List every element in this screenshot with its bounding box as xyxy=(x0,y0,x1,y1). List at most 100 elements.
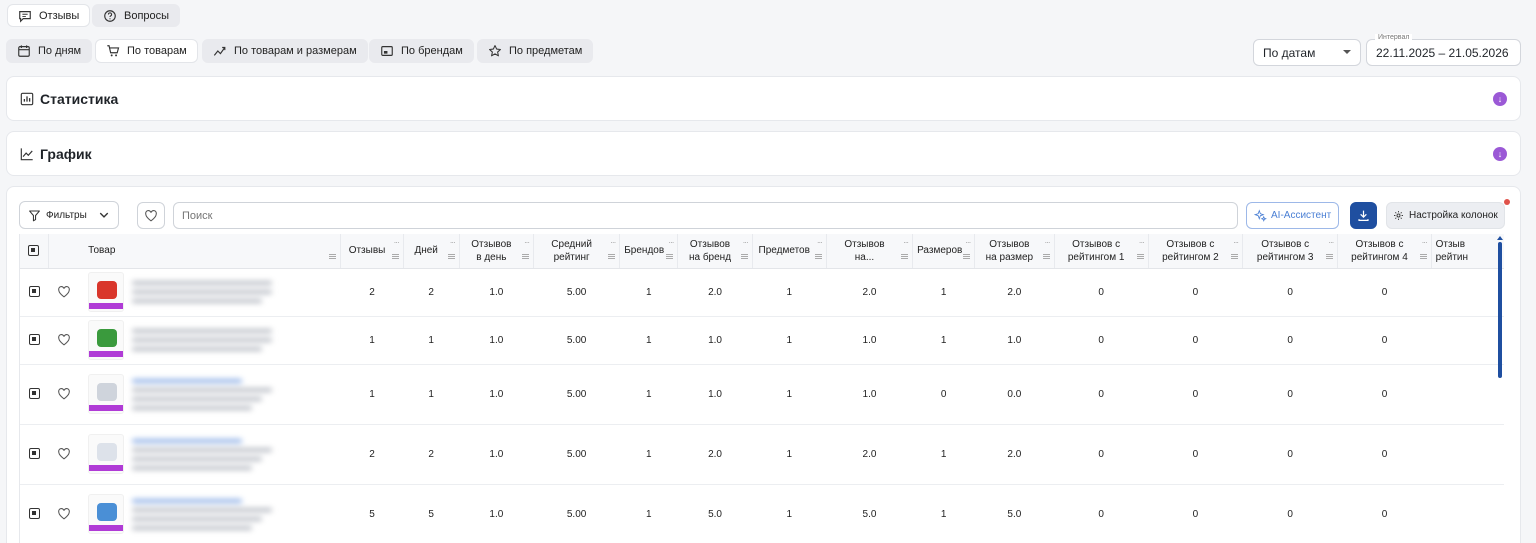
more-icon[interactable]: ··· xyxy=(394,236,400,249)
row-checkbox[interactable] xyxy=(28,334,40,346)
column-settings-button[interactable]: Настройка колонок xyxy=(1386,202,1505,229)
header-rating-5[interactable]: Отзыв рейтин xyxy=(1431,234,1504,269)
more-icon[interactable]: ··· xyxy=(1045,236,1051,249)
header-avg-rating[interactable]: Средний рейтинг ··· xyxy=(533,234,621,269)
more-icon[interactable]: ··· xyxy=(450,236,456,249)
more-icon[interactable]: ··· xyxy=(668,236,674,249)
download-button[interactable] xyxy=(1350,202,1377,229)
row-select-cell[interactable] xyxy=(20,484,49,543)
more-icon[interactable]: ··· xyxy=(965,236,971,249)
chart-panel[interactable]: График ↓ xyxy=(6,131,1521,176)
header-rating-4[interactable]: Отзывов с рейтингом 4 ··· xyxy=(1337,234,1432,269)
group-by-products[interactable]: По товарам xyxy=(95,39,198,63)
column-menu-icon[interactable] xyxy=(1326,253,1334,259)
row-select-cell[interactable] xyxy=(20,268,49,317)
table-row[interactable]: 2 2 1.0 5.00 1 2.0 1 2.0 1 2.0 0 0 0 0 xyxy=(20,424,1504,485)
tab-questions[interactable]: Вопросы xyxy=(92,4,181,27)
expand-chart-icon[interactable]: ↓ xyxy=(1493,146,1507,161)
statistics-panel[interactable]: Статистика ↓ xyxy=(6,76,1521,121)
row-favorite-cell[interactable] xyxy=(48,316,81,365)
product-cell[interactable] xyxy=(80,268,341,317)
column-menu-icon[interactable] xyxy=(1042,253,1050,259)
date-mode-select[interactable]: По датам xyxy=(1253,39,1361,66)
column-menu-icon[interactable] xyxy=(1419,253,1427,259)
more-icon[interactable]: ··· xyxy=(1139,236,1145,249)
more-icon[interactable]: ··· xyxy=(743,236,749,249)
row-checkbox[interactable] xyxy=(28,388,40,400)
search-input[interactable] xyxy=(173,202,1238,229)
header-rating-2[interactable]: Отзывов с рейтингом 2 ··· xyxy=(1148,234,1244,269)
row-checkbox[interactable] xyxy=(28,448,40,460)
more-icon[interactable]: ··· xyxy=(524,236,530,249)
column-menu-icon[interactable] xyxy=(521,253,529,259)
column-menu-icon[interactable] xyxy=(329,253,337,259)
product-thumbnail[interactable] xyxy=(88,434,125,474)
heart-icon[interactable] xyxy=(57,285,71,299)
column-menu-icon[interactable] xyxy=(1231,253,1239,259)
more-icon[interactable]: ··· xyxy=(610,236,616,249)
interval-field[interactable]: Интервал 22.11.2025 – 21.05.2026 xyxy=(1366,34,1521,66)
header-reviews-per-brand[interactable]: Отзывов на бренд ··· xyxy=(677,234,753,269)
row-select-cell[interactable] xyxy=(20,364,49,425)
product-cell[interactable] xyxy=(80,424,341,485)
header-reviews-per-subject[interactable]: Отзывов на... ··· xyxy=(826,234,914,269)
column-menu-icon[interactable] xyxy=(963,253,971,259)
heart-icon[interactable] xyxy=(57,507,71,521)
column-menu-icon[interactable] xyxy=(1136,253,1144,259)
scroll-up-arrow-icon[interactable] xyxy=(1497,236,1503,240)
table-row[interactable]: 5 5 1.0 5.00 1 5.0 1 5.0 1 5.0 0 0 0 0 xyxy=(20,484,1504,543)
more-icon[interactable]: ··· xyxy=(817,236,823,249)
expand-statistics-icon[interactable]: ↓ xyxy=(1493,91,1507,106)
header-reviews-per-size[interactable]: Отзывов на размер ··· xyxy=(974,234,1055,269)
row-favorite-cell[interactable] xyxy=(48,268,81,317)
header-sizes[interactable]: Размеров ··· xyxy=(912,234,976,269)
more-icon[interactable]: ··· xyxy=(1233,236,1239,249)
heart-icon[interactable] xyxy=(57,447,71,461)
more-icon[interactable]: ··· xyxy=(903,236,909,249)
row-favorite-cell[interactable] xyxy=(48,484,81,543)
header-brands[interactable]: Брендов ··· xyxy=(619,234,679,269)
product-thumbnail[interactable] xyxy=(88,494,125,534)
row-select-cell[interactable] xyxy=(20,316,49,365)
product-cell[interactable] xyxy=(80,484,341,543)
column-menu-icon[interactable] xyxy=(740,253,748,259)
favorites-filter-button[interactable] xyxy=(137,202,165,229)
header-reviews[interactable]: Отзывы ··· xyxy=(340,234,404,269)
table-row[interactable]: 1 1 1.0 5.00 1 1.0 1 1.0 1 1.0 0 0 0 0 xyxy=(20,316,1504,365)
product-cell[interactable] xyxy=(80,364,341,425)
header-rating-1[interactable]: Отзывов с рейтингом 1 ··· xyxy=(1054,234,1149,269)
select-all-checkbox[interactable] xyxy=(28,245,40,257)
tab-reviews[interactable]: Отзывы xyxy=(7,4,91,27)
header-rating-3[interactable]: Отзывов с рейтингом 3 ··· xyxy=(1242,234,1339,269)
row-favorite-cell[interactable] xyxy=(48,424,81,485)
product-thumbnail[interactable] xyxy=(88,320,125,360)
product-cell[interactable] xyxy=(80,316,341,365)
filters-button[interactable]: Фильтры xyxy=(19,201,119,229)
heart-icon[interactable] xyxy=(57,387,71,401)
group-by-subjects[interactable]: По предметам xyxy=(477,39,594,63)
more-icon[interactable]: ··· xyxy=(1422,236,1428,249)
header-reviews-per-day[interactable]: Отзывов в день ··· xyxy=(459,234,534,269)
header-product[interactable]: Товар xyxy=(80,234,342,269)
table-row[interactable]: 1 1 1.0 5.00 1 1.0 1 1.0 0 0.0 0 0 0 0 xyxy=(20,364,1504,425)
vertical-scrollbar[interactable] xyxy=(1496,234,1504,543)
more-icon[interactable]: ··· xyxy=(1328,236,1334,249)
column-menu-icon[interactable] xyxy=(901,253,909,259)
row-checkbox[interactable] xyxy=(28,508,40,520)
column-menu-icon[interactable] xyxy=(666,253,674,259)
select-all-header[interactable] xyxy=(20,234,49,269)
group-by-days[interactable]: По дням xyxy=(6,39,93,63)
row-favorite-cell[interactable] xyxy=(48,364,81,425)
column-menu-icon[interactable] xyxy=(814,253,822,259)
column-menu-icon[interactable] xyxy=(608,253,616,259)
row-select-cell[interactable] xyxy=(20,424,49,485)
header-subjects[interactable]: Предметов ··· xyxy=(752,234,827,269)
table-row[interactable]: 2 2 1.0 5.00 1 2.0 1 2.0 1 2.0 0 0 0 0 xyxy=(20,268,1504,317)
column-menu-icon[interactable] xyxy=(447,253,455,259)
group-by-brands[interactable]: По брендам xyxy=(369,39,474,63)
ai-assistant-button[interactable]: AI-Ассистент xyxy=(1246,202,1340,229)
row-checkbox[interactable] xyxy=(28,286,40,298)
product-thumbnail[interactable] xyxy=(88,272,125,312)
group-by-products-sizes[interactable]: По товарам и размерам xyxy=(202,39,368,63)
scrollbar-thumb[interactable] xyxy=(1498,242,1502,378)
